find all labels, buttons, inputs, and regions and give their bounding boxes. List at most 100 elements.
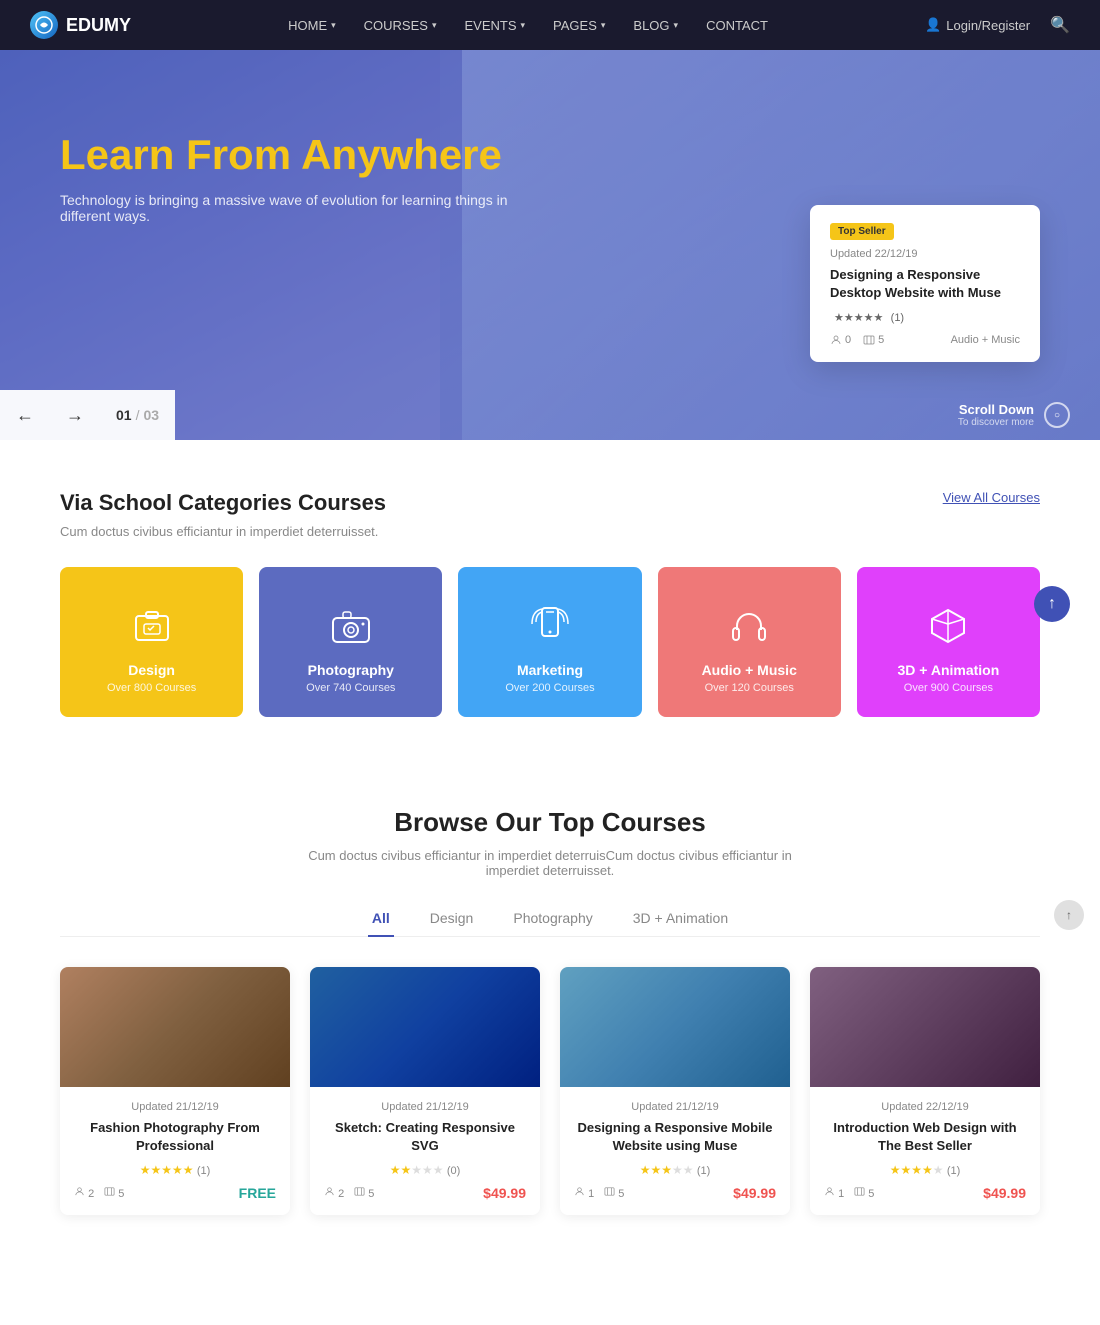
mobile-icon (526, 602, 574, 650)
course-4-stars: ★★★★★ (1) (824, 1163, 1026, 1177)
nav-events-arrow: ▾ (521, 20, 526, 31)
brand: EDUMY (30, 11, 131, 39)
course-4-lessons: 5 (854, 1186, 874, 1200)
category-design-name: Design (128, 662, 175, 678)
filter-tabs: All Design Photography 3D + Animation (60, 902, 1040, 937)
course-2-updated: Updated 21/12/19 (324, 1101, 526, 1113)
course-1-students: 2 (74, 1186, 94, 1200)
nav-courses[interactable]: COURSES ▾ (364, 18, 437, 33)
category-marketing-name: Marketing (517, 662, 583, 678)
category-marketing[interactable]: Marketing Over 200 Courses (458, 567, 641, 717)
category-marketing-count: Over 200 Courses (505, 682, 594, 694)
course-2-stars: ★★★★★ (0) (324, 1163, 526, 1177)
category-photography[interactable]: Photography Over 740 Courses (259, 567, 442, 717)
categories-grid: Design Over 800 Courses Photography Over… (60, 567, 1040, 717)
top-courses-subtitle: Cum doctus civibus efficiantur in imperd… (300, 848, 800, 878)
hero-card-lessons: 5 (863, 334, 884, 346)
course-3-title: Designing a Responsive Mobile Website us… (574, 1119, 776, 1155)
categories-section: Via School Categories Courses View All C… (0, 440, 1100, 767)
filter-tab-design[interactable]: Design (426, 902, 478, 936)
course-thumb-2 (310, 967, 540, 1087)
slider-prev-button[interactable]: ← (0, 390, 50, 440)
nav-links: HOME ▾ COURSES ▾ EVENTS ▾ PAGES ▾ BLOG ▾… (288, 18, 768, 33)
filter-tab-all[interactable]: All (368, 902, 394, 936)
course-thumb-1 (60, 967, 290, 1087)
filter-tab-3d[interactable]: 3D + Animation (629, 902, 732, 936)
nav-home[interactable]: HOME ▾ (288, 18, 336, 33)
category-audio-name: Audio + Music (702, 662, 797, 678)
top-seller-badge: Top Seller (830, 223, 894, 240)
course-1-updated: Updated 21/12/19 (74, 1101, 276, 1113)
nav-home-arrow: ▾ (331, 20, 336, 31)
top-courses-title: Browse Our Top Courses (60, 807, 1040, 838)
hero-card-students: 0 (830, 334, 851, 346)
cube-icon (924, 602, 972, 650)
categories-header: Via School Categories Courses View All C… (60, 490, 1040, 516)
course-4-title: Introduction Web Design with The Best Se… (824, 1119, 1026, 1155)
course-1-title: Fashion Photography From Professional (74, 1119, 276, 1155)
category-3d-count: Over 900 Courses (904, 682, 993, 694)
course-thumb-3 (560, 967, 790, 1087)
slider-controls: ← → 01 / 03 (0, 390, 175, 440)
category-audio-count: Over 120 Courses (705, 682, 794, 694)
course-thumb-4 (810, 967, 1040, 1087)
camera-icon (327, 602, 375, 650)
category-photography-name: Photography (308, 662, 394, 678)
hero-section: Learn From Anywhere Technology is bringi… (0, 50, 1100, 440)
category-3d-name: 3D + Animation (898, 662, 1000, 678)
category-photography-count: Over 740 Courses (306, 682, 395, 694)
hero-card-updated: Updated 22/12/19 (830, 248, 1020, 260)
search-icon[interactable]: 🔍 (1050, 15, 1070, 35)
category-3d-animation[interactable]: 3D + Animation Over 900 Courses (857, 567, 1040, 717)
course-2-lessons: 5 (354, 1186, 374, 1200)
categories-subtitle: Cum doctus civibus efficiantur in imperd… (60, 524, 1040, 539)
course-4-price: $49.99 (983, 1185, 1026, 1201)
hero-card-stars: ★★★★★ (1) (830, 310, 1020, 324)
category-audio-music[interactable]: Audio + Music Over 120 Courses (658, 567, 841, 717)
headphone-icon (725, 602, 773, 650)
scroll-down-circle[interactable]: ○ (1044, 402, 1070, 428)
course-card-4: Updated 22/12/19 Introduction Web Design… (810, 967, 1040, 1215)
view-all-courses-link[interactable]: View All Courses (943, 490, 1040, 505)
login-register-button[interactable]: 👤 Login/Register (925, 17, 1030, 33)
course-1-price: FREE (239, 1185, 276, 1201)
course-4-students: 1 (824, 1186, 844, 1200)
course-3-students: 1 (574, 1186, 594, 1200)
up-button[interactable]: ↑ (1034, 586, 1070, 622)
nav-right: 👤 Login/Register 🔍 (925, 15, 1070, 35)
navbar: EDUMY HOME ▾ COURSES ▾ EVENTS ▾ PAGES ▾ … (0, 0, 1100, 50)
scroll-down-sublabel: To discover more (958, 417, 1034, 428)
course-card-1: Updated 21/12/19 Fashion Photography Fro… (60, 967, 290, 1215)
categories-title: Via School Categories Courses (60, 490, 386, 516)
courses-grid: Updated 21/12/19 Fashion Photography Fro… (60, 967, 1040, 1215)
nav-courses-arrow: ▾ (432, 20, 437, 31)
user-icon: 👤 (925, 17, 941, 33)
course-2-price: $49.99 (483, 1185, 526, 1201)
nav-blog-arrow: ▾ (674, 20, 679, 31)
course-1-stars: ★★★★★ (1) (74, 1163, 276, 1177)
course-card-2: Updated 21/12/19 Sketch: Creating Respon… (310, 967, 540, 1215)
course-3-price: $49.99 (733, 1185, 776, 1201)
up-button-area: ↑ (1034, 586, 1070, 622)
slider-count: 01 / 03 (100, 407, 175, 423)
nav-events[interactable]: EVENTS ▾ (464, 18, 525, 33)
category-design-count: Over 800 Courses (107, 682, 196, 694)
hero-content: Learn From Anywhere Technology is bringi… (0, 50, 1100, 224)
course-2-students: 2 (324, 1186, 344, 1200)
brand-icon (30, 11, 58, 39)
hero-subtitle: Technology is bringing a massive wave of… (60, 192, 540, 224)
nav-contact[interactable]: CONTACT (706, 18, 768, 33)
slider-next-button[interactable]: → (50, 390, 100, 440)
nav-pages[interactable]: PAGES ▾ (553, 18, 605, 33)
top-courses-section: Browse Our Top Courses Cum doctus civibu… (0, 767, 1100, 1325)
hero-card-meta: 0 5 Audio + Music (830, 334, 1020, 346)
category-design[interactable]: Design Over 800 Courses (60, 567, 243, 717)
filter-tab-photography[interactable]: Photography (509, 902, 596, 936)
nav-blog[interactable]: BLOG ▾ (633, 18, 678, 33)
design-icon (128, 602, 176, 650)
hero-title: Learn From Anywhere (60, 130, 1040, 180)
hero-course-card: Top Seller Updated 22/12/19 Designing a … (810, 205, 1040, 362)
courses-row-2-partial (60, 1235, 1040, 1295)
scroll-to-top-button[interactable]: ↑ (1054, 900, 1084, 930)
course-card-3: Updated 21/12/19 Designing a Responsive … (560, 967, 790, 1215)
